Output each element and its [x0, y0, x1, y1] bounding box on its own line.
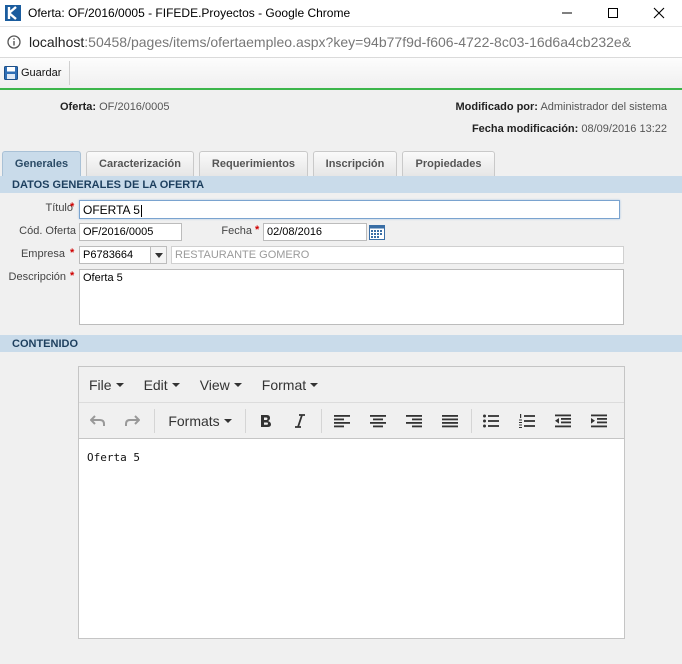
fecha-mod-value: 08/09/2016 13:22: [581, 123, 667, 135]
maximize-button[interactable]: [590, 0, 636, 26]
required-mark: *: [255, 224, 260, 236]
required-mark: *: [70, 201, 75, 213]
empresa-code-input[interactable]: P6783664: [79, 246, 151, 264]
tab-requerimientos[interactable]: Requerimientos: [199, 151, 308, 176]
align-center-icon: [370, 415, 386, 428]
editor-content-text: Oferta 5: [87, 451, 140, 464]
align-center-button[interactable]: [367, 403, 389, 439]
fecha-label: Fecha: [221, 225, 252, 237]
empresa-dropdown-button[interactable]: [150, 246, 167, 264]
url-text[interactable]: localhost:50458/pages/items/ofertaempleo…: [29, 34, 631, 50]
window-title: Oferta: OF/2016/0005 - FIFEDE.Proyectos …: [28, 6, 351, 20]
tab-caracterizacion[interactable]: Caracterización: [86, 151, 194, 176]
modificado-label: Modificado por:: [455, 101, 538, 113]
align-justify-icon: [442, 415, 458, 428]
menu-view[interactable]: View: [200, 377, 242, 393]
tab-bar: Generales Caracterización Requerimientos…: [2, 151, 500, 176]
italic-icon: [295, 414, 305, 428]
save-button[interactable]: Guardar: [0, 61, 71, 85]
app-logo-icon: [5, 5, 21, 21]
required-mark: *: [70, 270, 75, 282]
menu-format[interactable]: Format: [262, 377, 319, 393]
editor-content-area[interactable]: Oferta 5: [79, 439, 624, 476]
bullet-list-icon: [483, 414, 499, 428]
undo-button[interactable]: [87, 403, 109, 439]
italic-button[interactable]: [289, 403, 311, 439]
align-right-button[interactable]: [403, 403, 425, 439]
editor-menubar: File Edit View Format: [79, 367, 624, 403]
bold-icon: [261, 415, 271, 427]
oferta-info: Oferta: OF/2016/0005: [60, 101, 169, 113]
empresa-label: Empresa: [20, 248, 65, 260]
fecha-modificacion-info: Fecha modificación: 08/09/2016 13:22: [472, 123, 667, 135]
minimize-icon: [562, 12, 572, 14]
menu-edit[interactable]: Edit: [144, 377, 180, 393]
floppy-disk-icon: [4, 66, 18, 80]
tab-propiedades[interactable]: Propiedades: [402, 151, 495, 176]
numbered-list-icon: [519, 414, 535, 428]
editor-toolbar: Formats: [79, 403, 624, 439]
cod-oferta-input[interactable]: OF/2016/0005: [79, 223, 182, 241]
titulo-input[interactable]: OFERTA 5: [79, 200, 620, 219]
contenido-header: CONTENIDO: [0, 335, 682, 352]
rich-text-editor: File Edit View Format Formats Oferta 5: [78, 366, 625, 639]
info-icon[interactable]: [7, 35, 21, 49]
chevron-down-icon: [154, 252, 163, 258]
descripcion-label: Descripción: [8, 271, 66, 283]
align-justify-button[interactable]: [439, 403, 461, 439]
oferta-label: Oferta:: [60, 101, 97, 113]
tab-inscripcion[interactable]: Inscripción: [313, 151, 397, 176]
menu-file[interactable]: File: [89, 377, 124, 393]
outdent-button[interactable]: [552, 403, 574, 439]
required-mark: *: [70, 247, 75, 259]
align-left-icon: [334, 415, 350, 428]
app-toolbar: Guardar: [0, 58, 682, 90]
modificado-info: Modificado por: Administrador del sistem…: [455, 101, 667, 113]
bold-button[interactable]: [255, 403, 277, 439]
indent-button[interactable]: [588, 403, 610, 439]
formats-dropdown[interactable]: Formats: [165, 403, 235, 439]
datos-generales-header: DATOS GENERALES DE LA OFERTA: [0, 176, 682, 193]
align-right-icon: [406, 415, 422, 428]
titulo-label: Título: [45, 202, 73, 214]
fecha-input[interactable]: 02/08/2016: [263, 223, 367, 241]
modificado-value: Administrador del sistema: [540, 101, 667, 113]
address-bar[interactable]: localhost:50458/pages/items/ofertaempleo…: [0, 26, 682, 58]
maximize-icon: [608, 8, 618, 18]
empresa-name-field: RESTAURANTE GOMERO: [171, 246, 624, 264]
window-title-bar: Oferta: OF/2016/0005 - FIFEDE.Proyectos …: [0, 0, 682, 26]
tab-generales[interactable]: Generales: [2, 151, 81, 176]
calendar-icon[interactable]: [369, 224, 385, 243]
indent-icon: [591, 414, 607, 428]
bullet-list-button[interactable]: [480, 403, 502, 439]
close-icon: [653, 7, 665, 19]
redo-button[interactable]: [121, 403, 143, 439]
minimize-button[interactable]: [544, 0, 590, 26]
redo-icon: [125, 415, 140, 426]
align-left-button[interactable]: [331, 403, 353, 439]
fecha-mod-label: Fecha modificación:: [471, 123, 579, 135]
numbered-list-button[interactable]: [516, 403, 538, 439]
oferta-value: OF/2016/0005: [99, 101, 170, 113]
undo-icon: [90, 415, 105, 426]
descripcion-textarea[interactable]: Oferta 5: [79, 269, 624, 325]
close-button[interactable]: [636, 0, 682, 26]
cod-oferta-label: Cód. Oferta: [19, 225, 76, 237]
outdent-icon: [555, 414, 571, 428]
save-label: Guardar: [21, 67, 62, 79]
